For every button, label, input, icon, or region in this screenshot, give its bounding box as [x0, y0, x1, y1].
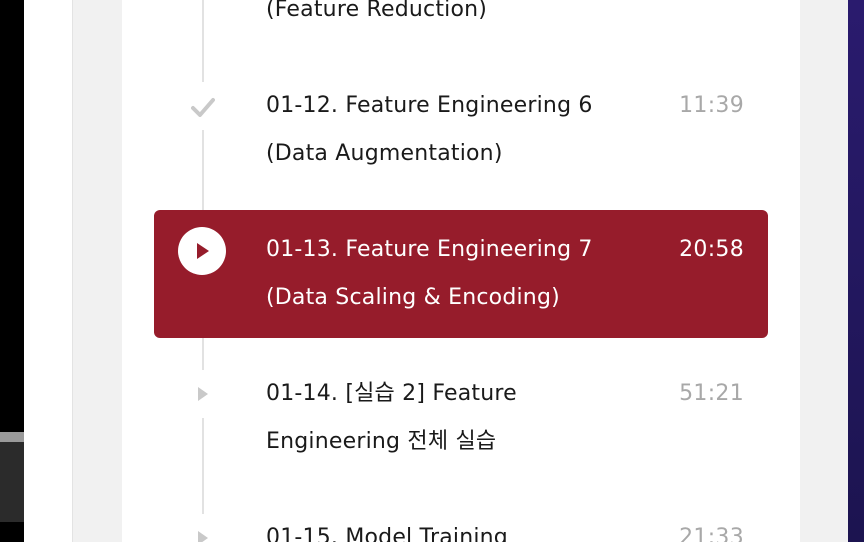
- lesson-duration: 51:21: [679, 381, 744, 406]
- lesson-duration: 11:39: [679, 93, 744, 118]
- lesson-title-line1: 01-14. [실습 2] Feature: [266, 381, 517, 406]
- lesson-item[interactable]: 01-14. [실습 2] Feature Engineering 전체 실습 …: [122, 370, 800, 466]
- play-triangle-icon: [188, 379, 218, 409]
- lesson-item[interactable]: 01-15. Model Training 21:33: [122, 514, 800, 542]
- lesson-title-line1: 01-12. Feature Engineering 6: [266, 93, 593, 118]
- lesson-title-line1: 01-13. Feature Engineering 7: [266, 237, 593, 262]
- scrollbar-thumb[interactable]: [0, 442, 24, 522]
- lesson-duration: 20:58: [679, 237, 744, 262]
- lesson-title-line1: 01-15. Model Training: [266, 525, 508, 542]
- timeline-line: [202, 338, 204, 370]
- left-gutter: [24, 0, 72, 542]
- play-triangle-icon: [188, 523, 218, 542]
- lesson-title-line2: (Data Scaling & Encoding): [266, 285, 560, 310]
- lesson-duration: 21:33: [679, 525, 744, 542]
- scrollbar-track[interactable]: [0, 432, 24, 442]
- right-edge-background: [848, 0, 864, 542]
- lesson-item[interactable]: (Feature Reduction): [122, 0, 800, 34]
- curriculum-list: (Feature Reduction) 01-12. Feature Engin…: [122, 0, 800, 542]
- lesson-title-line2: (Feature Reduction): [266, 0, 488, 22]
- lesson-title-line2: Engineering 전체 실습: [266, 429, 497, 454]
- lesson-item-active[interactable]: 01-13. Feature Engineering 7 (Data Scali…: [122, 226, 800, 322]
- lesson-item[interactable]: 01-12. Feature Engineering 6 (Data Augme…: [122, 82, 800, 178]
- check-icon: [188, 92, 218, 122]
- lesson-title-line2: (Data Augmentation): [266, 141, 503, 166]
